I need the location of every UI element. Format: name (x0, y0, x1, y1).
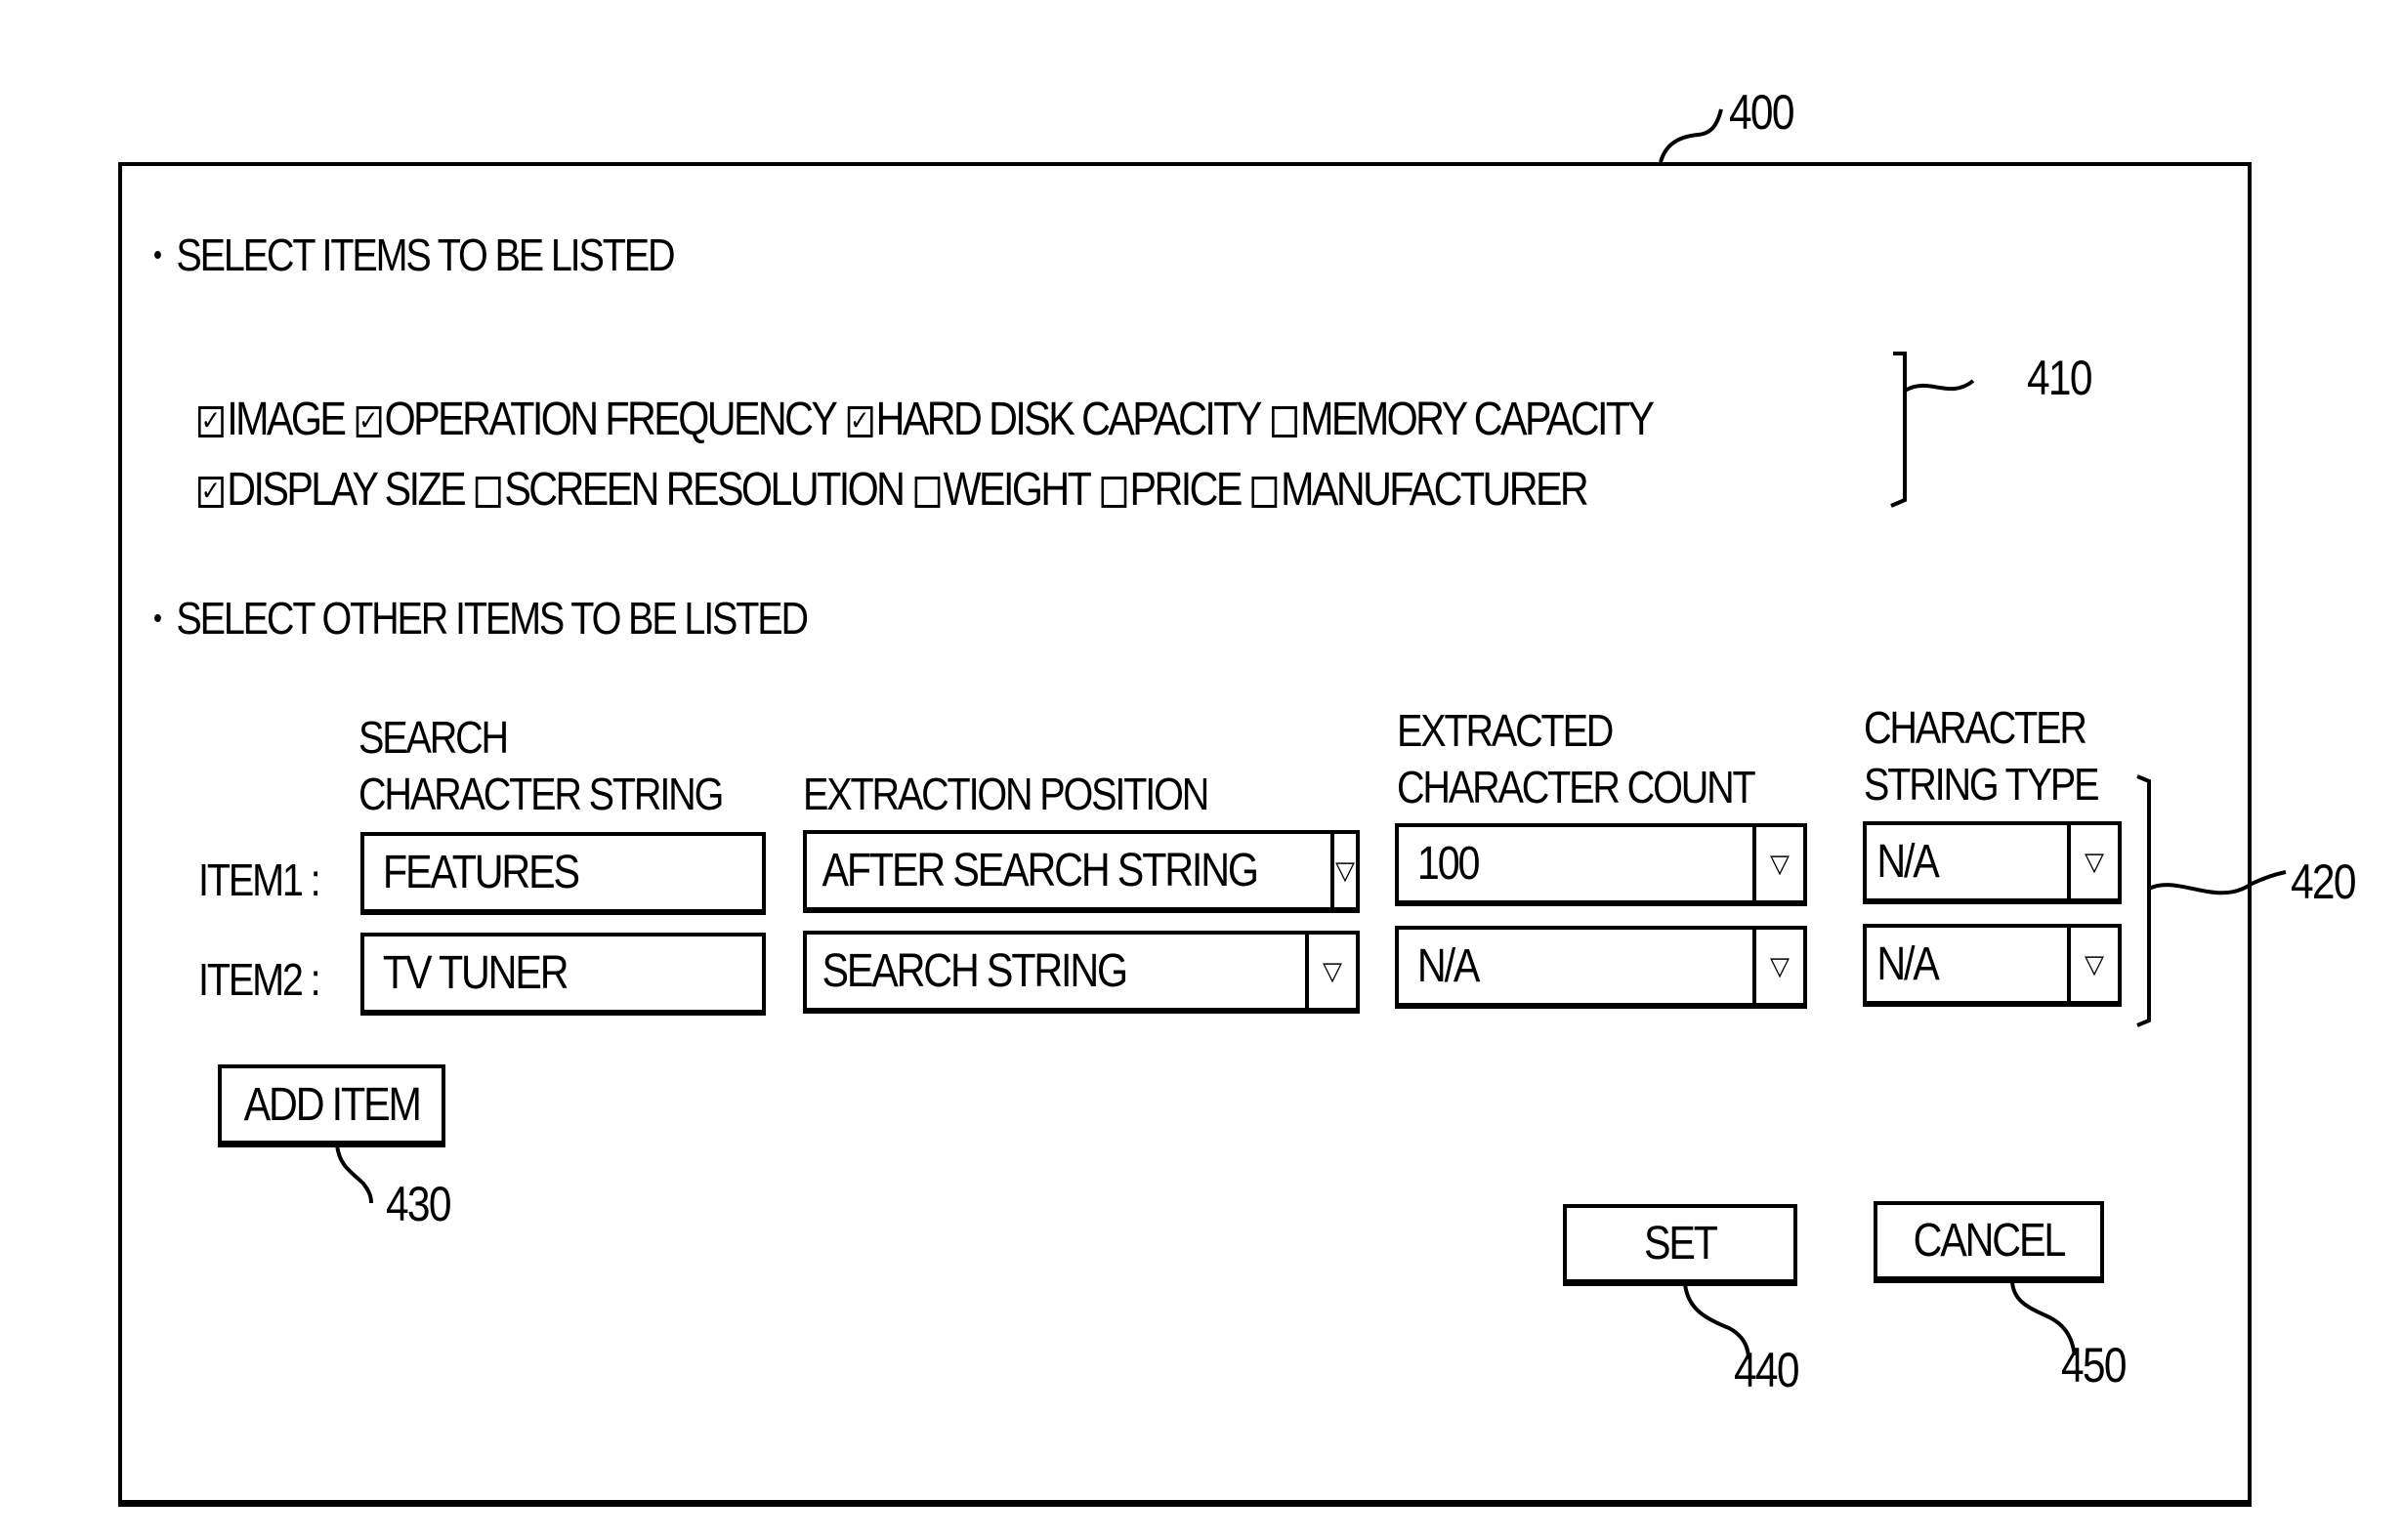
column-header-char-count-line2: CHARACTER COUNT (1397, 762, 1756, 812)
item2-extraction-position-select[interactable]: SEARCH STRING ▽ (803, 931, 1360, 1014)
checkbox-checked-icon[interactable]: ✓ (198, 476, 224, 508)
item1-label: ITEM1 : (198, 854, 321, 905)
column-header-search-line2: CHARACTER STRING (358, 769, 724, 819)
item2-label: ITEM2 : (198, 954, 321, 1005)
checkbox-price[interactable]: PRICE (1101, 463, 1243, 517)
triangle-down-icon[interactable]: ▽ (1329, 834, 1356, 907)
checkbox-manufacturer[interactable]: MANUFACTURER (1251, 463, 1589, 517)
set-button[interactable]: SET (1563, 1204, 1797, 1286)
checkbox-image[interactable]: ✓ IMAGE (198, 393, 347, 446)
checkbox-unchecked-icon[interactable] (1251, 476, 1278, 508)
triangle-down-icon[interactable]: ▽ (2067, 825, 2118, 898)
ref-label-400: 400 (1729, 85, 1795, 140)
triangle-down-icon[interactable]: ▽ (1752, 930, 1803, 1003)
ref-label-420: 420 (2291, 854, 2357, 909)
checkbox-unchecked-icon[interactable] (914, 476, 941, 508)
checkbox-unchecked-icon[interactable] (1101, 476, 1127, 508)
section-heading-select-items: SELECT ITEMS TO BE LISTED (154, 232, 676, 277)
column-header-extraction-position: EXTRACTION POSITION (803, 769, 1209, 819)
checkbox-hard-disk-capacity[interactable]: ✓ HARD DISK CAPACITY (847, 393, 1262, 446)
checkbox-checked-icon[interactable]: ✓ (356, 405, 382, 437)
column-header-string-type-line2: STRING TYPE (1864, 759, 2100, 810)
column-header-search-line1: SEARCH (358, 712, 509, 763)
checkbox-row-1: ✓ IMAGE ✓ OPERATION FREQUENCY ✓ HARD DISK C… (198, 393, 1665, 446)
item1-extraction-position-select[interactable]: AFTER SEARCH STRING ▽ (803, 830, 1360, 913)
item2-string-type-select[interactable]: N/A ▽ (1863, 924, 2122, 1007)
add-item-button[interactable]: ADD ITEM (218, 1064, 445, 1147)
checkbox-checked-icon[interactable]: ✓ (847, 405, 873, 437)
section-heading-select-other-items: SELECT OTHER ITEMS TO BE LISTED (154, 596, 809, 641)
cancel-button[interactable]: CANCEL (1874, 1201, 2104, 1283)
triangle-down-icon[interactable]: ▽ (2067, 928, 2118, 1001)
triangle-down-icon[interactable]: ▽ (1752, 827, 1803, 900)
checkbox-memory-capacity[interactable]: MEMORY CAPACITY (1271, 393, 1655, 446)
bullet-icon (154, 250, 161, 259)
item1-search-string-input[interactable]: FEATURES (360, 832, 766, 915)
checkbox-unchecked-icon[interactable] (1271, 405, 1297, 437)
checkbox-weight[interactable]: WEIGHT (914, 463, 1092, 517)
item2-char-count-select[interactable]: N/A ▽ (1395, 926, 1807, 1009)
checkbox-operation-frequency[interactable]: ✓ OPERATION FREQUENCY (356, 393, 838, 446)
leader-400 (1659, 108, 1723, 163)
item1-string-type-select[interactable]: N/A ▽ (1863, 821, 2122, 904)
bullet-icon (154, 613, 161, 622)
item2-search-string-input[interactable]: TV TUNER (360, 933, 766, 1016)
checkbox-display-size[interactable]: ✓ DISPLAY SIZE (198, 463, 467, 517)
checkbox-checked-icon[interactable]: ✓ (198, 405, 224, 437)
checkbox-row-2: ✓ DISPLAY SIZE SCREEN RESOLUTION WEIGHT P… (198, 463, 1598, 517)
item1-char-count-select[interactable]: 100 ▽ (1395, 823, 1807, 906)
column-header-char-count-line1: EXTRACTED (1397, 705, 1614, 756)
checkbox-unchecked-icon[interactable] (476, 476, 501, 508)
triangle-down-icon[interactable]: ▽ (1305, 935, 1356, 1008)
column-header-string-type-line1: CHARACTER (1864, 702, 2087, 753)
checkbox-screen-resolution[interactable]: SCREEN RESOLUTION (476, 463, 906, 517)
